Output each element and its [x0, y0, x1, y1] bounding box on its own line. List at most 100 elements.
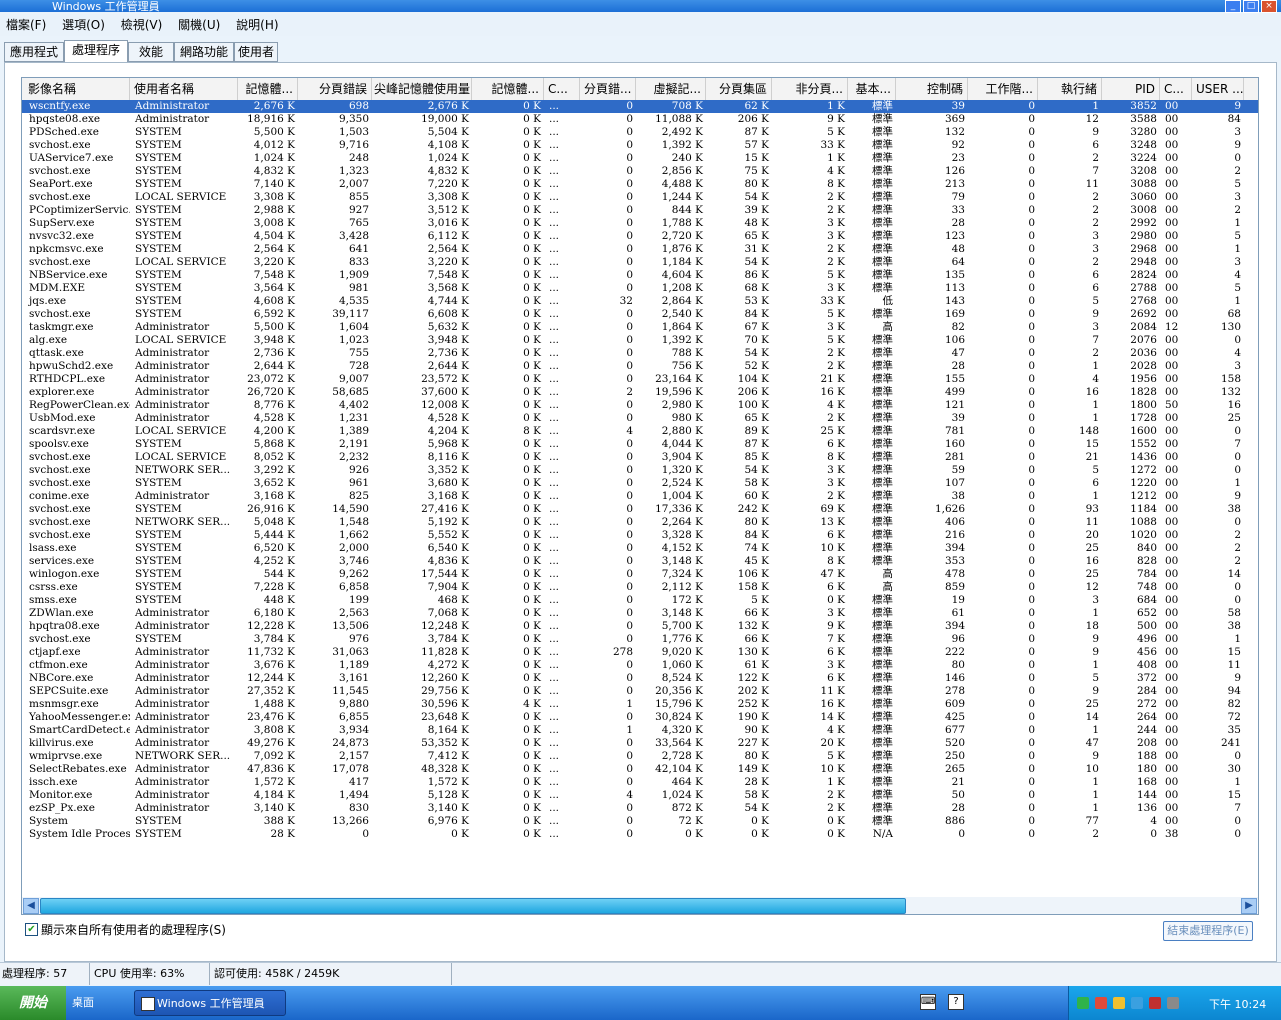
- taskbar-task-manager-button[interactable]: Windows 工作管理員: [134, 990, 286, 1016]
- column-header[interactable]: 非分頁...: [772, 78, 848, 100]
- tab-1[interactable]: 處理程序: [64, 40, 128, 62]
- table-row[interactable]: svchost.exe SYSTEM 4,832 K 1,323 4,832 K 0 K.…: [22, 165, 1258, 178]
- column-header[interactable]: USER ...: [1192, 78, 1244, 100]
- table-row[interactable]: System Idle Process SYSTEM 28 K 0 0 K 0 K... 0…: [22, 828, 1258, 841]
- tray-antivirus-icon[interactable]: [1149, 997, 1161, 1009]
- table-row[interactable]: Monitor.exe Administrator 4,184 K 1,494 5,12…: [22, 789, 1258, 802]
- table-row[interactable]: UsbMod.exe Administrator 4,528 K 1,231 4,528…: [22, 412, 1258, 425]
- table-row[interactable]: qttask.exe Administrator 2,736 K 755 2,736 K…: [22, 347, 1258, 360]
- tray-app-icon[interactable]: [1167, 997, 1179, 1009]
- tab-0[interactable]: 應用程式: [4, 42, 64, 62]
- table-row[interactable]: conime.exe Administrator 3,168 K 825 3,168 K…: [22, 490, 1258, 503]
- table-row[interactable]: System SYSTEM 388 K 13,266 6,976 K 0 K... 0 72 …: [22, 815, 1258, 828]
- maximize-icon[interactable]: □: [1243, 0, 1259, 13]
- scroll-thumb[interactable]: [40, 898, 906, 914]
- table-row[interactable]: ctfmon.exe Administrator 3,676 K 1,189 4,272…: [22, 659, 1258, 672]
- table-row[interactable]: svchost.exe SYSTEM 6,592 K 39,117 6,608 K 0 K…: [22, 308, 1258, 321]
- process-list[interactable]: 影像名稱 使用者名稱 記憶體... 分頁錯誤 尖峰記憶體使用量 記憶體... C... 分頁錯…: [21, 77, 1259, 899]
- table-row[interactable]: PCoptimizerServic... SYSTEM 2,988 K 927 3,51…: [22, 204, 1258, 217]
- column-header[interactable]: 分頁集區: [708, 78, 772, 100]
- close-icon[interactable]: ×: [1261, 0, 1277, 13]
- table-row[interactable]: alg.exe LOCAL SERVICE 3,948 K 1,023 3,948 K 0…: [22, 334, 1258, 347]
- table-row[interactable]: SEPCSuite.exe Administrator 27,352 K 11,545…: [22, 685, 1258, 698]
- minimize-icon[interactable]: _: [1225, 0, 1241, 13]
- column-header[interactable]: 記憶體...: [238, 78, 298, 100]
- column-header[interactable]: 分頁錯...: [580, 78, 636, 100]
- scroll-right-icon[interactable]: ▶: [1241, 898, 1257, 914]
- table-row[interactable]: svchost.exe LOCAL SERVICE 3,220 K 833 3,220 …: [22, 256, 1258, 269]
- table-row[interactable]: hpwuSchd2.exe Administrator 2,644 K 728 2,64…: [22, 360, 1258, 373]
- menu-shutdown[interactable]: 關機(U): [172, 14, 226, 36]
- tab-3[interactable]: 網路功能: [174, 42, 234, 62]
- table-row[interactable]: SelectRebates.exe Administrator 47,836 K 17…: [22, 763, 1258, 776]
- table-row[interactable]: NBService.exe SYSTEM 7,548 K 1,909 7,548 K 0 …: [22, 269, 1258, 282]
- table-row[interactable]: hpqtra08.exe Administrator 12,228 K 13,506 1…: [22, 620, 1258, 633]
- table-row[interactable]: taskmgr.exe Administrator 5,500 K 1,604 5,63…: [22, 321, 1258, 334]
- end-process-button[interactable]: 結束處理程序(E): [1163, 921, 1253, 941]
- table-row[interactable]: svchost.exe LOCAL SERVICE 8,052 K 2,232 8,11…: [22, 451, 1258, 464]
- table-row[interactable]: NBCore.exe Administrator 12,244 K 3,161 12,2…: [22, 672, 1258, 685]
- table-row[interactable]: RegPowerClean.exe Administrator 8,776 K 4,4…: [22, 399, 1258, 412]
- table-row[interactable]: killvirus.exe Administrator 49,276 K 24,873…: [22, 737, 1258, 750]
- table-row[interactable]: svchost.exe LOCAL SERVICE 3,308 K 855 3,308 …: [22, 191, 1258, 204]
- table-row[interactable]: svchost.exe SYSTEM 5,444 K 1,662 5,552 K 0 K.…: [22, 529, 1258, 542]
- table-row[interactable]: issch.exe Administrator 1,572 K 417 1,572 K 0…: [22, 776, 1258, 789]
- column-header[interactable]: 記憶體...: [472, 78, 544, 100]
- window-titlebar[interactable]: Windows 工作管理員 _ □ ×: [0, 0, 1281, 13]
- tab-2[interactable]: 效能: [128, 42, 174, 62]
- table-row[interactable]: msnmsgr.exe Administrator 1,488 K 9,880 30,5…: [22, 698, 1258, 711]
- table-row[interactable]: ZDWlan.exe Administrator 6,180 K 2,563 7,068…: [22, 607, 1258, 620]
- table-row[interactable]: svchost.exe SYSTEM 26,916 K 14,590 27,416 K 0…: [22, 503, 1258, 516]
- table-row[interactable]: jqs.exe SYSTEM 4,608 K 4,535 4,744 K 0 K... 32…: [22, 295, 1258, 308]
- column-header[interactable]: 尖峰記憶體使用量: [370, 78, 472, 100]
- table-row[interactable]: YahooMessenger.exe Administrator 23,476 K 6…: [22, 711, 1258, 724]
- column-header[interactable]: 影像名稱: [24, 78, 130, 100]
- column-header[interactable]: 使用者名稱: [130, 78, 238, 100]
- table-row[interactable]: ctjapf.exe Administrator 11,732 K 31,063 11,…: [22, 646, 1258, 659]
- table-row[interactable]: hpqste08.exe Administrator 18,916 K 9,350 19…: [22, 113, 1258, 126]
- table-row[interactable]: explorer.exe Administrator 26,720 K 58,685 3…: [22, 386, 1258, 399]
- table-row[interactable]: nvsvc32.exe SYSTEM 4,504 K 3,428 6,112 K 0 K.…: [22, 230, 1258, 243]
- table-row[interactable]: wscntfy.exe Administrator 2,676 K 698 2,676 …: [22, 100, 1258, 113]
- tab-4[interactable]: 使用者: [234, 42, 278, 62]
- table-row[interactable]: scardsvr.exe LOCAL SERVICE 4,200 K 1,389 4,2…: [22, 425, 1258, 438]
- menu-file[interactable]: 檔案(F): [0, 14, 52, 36]
- column-header[interactable]: 控制碼: [896, 78, 968, 100]
- column-header[interactable]: C...: [544, 78, 580, 100]
- table-row[interactable]: services.exe SYSTEM 4,252 K 3,746 4,836 K 0 K…: [22, 555, 1258, 568]
- table-row[interactable]: spoolsv.exe SYSTEM 5,868 K 2,191 5,968 K 0 K.…: [22, 438, 1258, 451]
- table-row[interactable]: svchost.exe SYSTEM 3,652 K 961 3,680 K 0 K...…: [22, 477, 1258, 490]
- tray-volume-icon[interactable]: [1131, 997, 1143, 1009]
- show-all-users-option[interactable]: ✔ 顯示來自所有使用者的處理程序(S): [25, 921, 226, 938]
- scroll-left-icon[interactable]: ◀: [23, 898, 39, 914]
- table-row[interactable]: RTHDCPL.exe Administrator 23,072 K 9,007 23,…: [22, 373, 1258, 386]
- column-header[interactable]: 虛擬記...: [636, 78, 706, 100]
- table-row[interactable]: UAService7.exe SYSTEM 1,024 K 248 1,024 K 0 K…: [22, 152, 1258, 165]
- checkbox-checked-icon[interactable]: ✔: [25, 923, 38, 936]
- table-row[interactable]: smss.exe SYSTEM 448 K 199 468 K 0 K... 0 172 K 5…: [22, 594, 1258, 607]
- quick-launch-desktop[interactable]: 桌面: [72, 994, 94, 1010]
- keyboard-icon[interactable]: ⌨: [920, 994, 936, 1010]
- table-row[interactable]: lsass.exe SYSTEM 6,520 K 2,000 6,540 K 0 K...…: [22, 542, 1258, 555]
- tray-clock[interactable]: 下午 10:24: [1209, 996, 1266, 1012]
- column-header[interactable]: 工作階...: [968, 78, 1038, 100]
- table-row[interactable]: winlogon.exe SYSTEM 544 K 9,262 17,544 K 0 K.…: [22, 568, 1258, 581]
- table-row[interactable]: csrss.exe SYSTEM 7,228 K 6,858 7,904 K 0 K...…: [22, 581, 1258, 594]
- tray-network-icon[interactable]: [1077, 997, 1089, 1009]
- table-row[interactable]: svchost.exe SYSTEM 3,784 K 976 3,784 K 0 K...…: [22, 633, 1258, 646]
- table-row[interactable]: SeaPort.exe SYSTEM 7,140 K 2,007 7,220 K 0 K.…: [22, 178, 1258, 191]
- menu-view[interactable]: 檢視(V): [115, 14, 169, 36]
- horizontal-scrollbar[interactable]: ◀ ▶: [21, 897, 1259, 915]
- table-row[interactable]: ezSP_Px.exe Administrator 3,140 K 830 3,140 …: [22, 802, 1258, 815]
- table-row[interactable]: PDSched.exe SYSTEM 5,500 K 1,503 5,504 K 0 K.…: [22, 126, 1258, 139]
- table-row[interactable]: svchost.exe NETWORK SER... 5,048 K 1,548 5,1…: [22, 516, 1258, 529]
- menu-options[interactable]: 選項(O): [56, 14, 111, 36]
- start-button[interactable]: 開始: [0, 986, 66, 1020]
- column-header[interactable]: PID: [1102, 78, 1160, 100]
- tray-messenger-icon[interactable]: [1113, 997, 1125, 1009]
- column-header[interactable]: 基本...: [848, 78, 896, 100]
- column-header[interactable]: 執行緒: [1038, 78, 1102, 100]
- table-row[interactable]: wmiprvse.exe NETWORK SER... 7,092 K 2,157 7,…: [22, 750, 1258, 763]
- tray-security-icon[interactable]: [1095, 997, 1107, 1009]
- table-row[interactable]: MDM.EXE SYSTEM 3,564 K 981 3,568 K 0 K... 0 1,2…: [22, 282, 1258, 295]
